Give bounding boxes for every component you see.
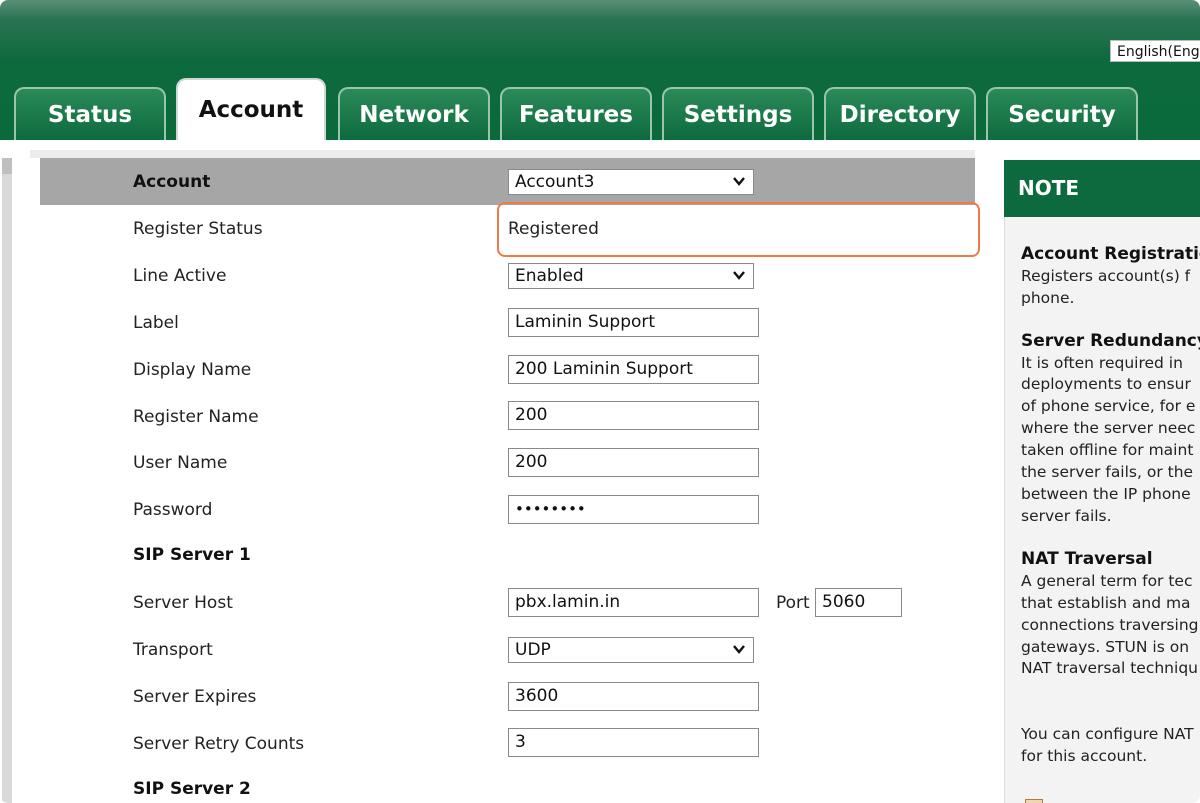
note-header: NOTE bbox=[1004, 160, 1200, 217]
chevron-down-icon bbox=[733, 177, 745, 186]
line-active-label: Line Active bbox=[133, 266, 227, 286]
server-retry-label: Server Retry Counts bbox=[133, 734, 305, 754]
tab-settings[interactable]: Settings bbox=[662, 87, 814, 140]
account-select[interactable]: Account3 bbox=[508, 169, 754, 195]
line-active-select[interactable]: Enabled bbox=[508, 263, 754, 289]
language-select[interactable]: English(Eng bbox=[1110, 40, 1200, 62]
server-expires-input[interactable]: 3600 bbox=[508, 682, 759, 711]
note-line: phone. bbox=[1021, 289, 1075, 307]
tab-network[interactable]: Network bbox=[338, 87, 490, 140]
tab-directory[interactable]: Directory bbox=[824, 87, 976, 140]
note-line: taken offline for maint bbox=[1021, 441, 1194, 459]
note-line: gateways. STUN is on bbox=[1021, 638, 1190, 656]
tab-security[interactable]: Security bbox=[986, 87, 1138, 140]
note-bullet-icon bbox=[1025, 799, 1043, 803]
transport-label: Transport bbox=[133, 640, 213, 660]
tab-account[interactable]: Account bbox=[176, 78, 326, 140]
register-status-highlight bbox=[497, 202, 980, 257]
user-name-input[interactable]: 200 bbox=[508, 448, 759, 477]
register-name-label: Register Name bbox=[133, 407, 259, 427]
port-label: Port bbox=[776, 593, 810, 613]
sip-server2-heading: SIP Server 2 bbox=[133, 779, 251, 799]
note-line: You can configure NAT bbox=[1021, 725, 1194, 743]
transport-select[interactable]: UDP bbox=[508, 637, 754, 663]
server-retry-input[interactable]: 3 bbox=[508, 728, 759, 757]
user-name-label: User Name bbox=[133, 453, 228, 473]
server-host-input[interactable]: pbx.lamin.in bbox=[508, 588, 759, 617]
server-host-label: Server Host bbox=[133, 593, 233, 613]
note-panel: Account Registratic Registers account(s)… bbox=[1004, 217, 1200, 803]
note-line: NAT traversal techniqu bbox=[1021, 659, 1198, 677]
display-name-label: Display Name bbox=[133, 360, 252, 380]
content-top-divider bbox=[30, 150, 975, 158]
port-input[interactable]: 5060 bbox=[815, 588, 902, 617]
password-input[interactable]: •••••••• bbox=[508, 495, 759, 524]
register-status-label: Register Status bbox=[133, 219, 263, 239]
chevron-down-icon bbox=[733, 645, 745, 654]
note-line: that establish and ma bbox=[1021, 594, 1191, 612]
account-select-value: Account3 bbox=[515, 172, 595, 192]
left-sidebar-marker bbox=[2, 158, 12, 174]
note-line: It is often required in bbox=[1021, 354, 1183, 372]
note-line: the server fails, or the bbox=[1021, 463, 1194, 481]
display-name-input[interactable]: 200 Laminin Support bbox=[508, 355, 759, 384]
password-label: Password bbox=[133, 500, 213, 520]
note-server-redundancy-title: Server Redundancy bbox=[1021, 331, 1200, 351]
server-expires-label: Server Expires bbox=[133, 687, 257, 707]
tab-features[interactable]: Features bbox=[500, 87, 652, 140]
note-line: server fails. bbox=[1021, 507, 1112, 525]
note-nat-title: NAT Traversal bbox=[1021, 549, 1153, 569]
note-line: where the server neec bbox=[1021, 419, 1196, 437]
chevron-down-icon bbox=[733, 271, 745, 280]
phone-web-ui: English(Eng Status Account Network Featu… bbox=[0, 0, 1200, 803]
note-line: A general term for tec bbox=[1021, 572, 1193, 590]
note-line: between the IP phone bbox=[1021, 485, 1191, 503]
left-sidebar-strip bbox=[2, 160, 12, 803]
label-label: Label bbox=[133, 313, 179, 333]
note-line: Registers account(s) f bbox=[1021, 267, 1191, 285]
label-input[interactable]: Laminin Support bbox=[508, 308, 759, 337]
sip-server1-heading: SIP Server 1 bbox=[133, 545, 251, 565]
tab-status[interactable]: Status bbox=[14, 87, 166, 140]
note-line: deployments to ensur bbox=[1021, 375, 1191, 393]
account-label: Account bbox=[133, 172, 211, 192]
note-line: of phone service, for e bbox=[1021, 397, 1196, 415]
note-account-registration-title: Account Registratic bbox=[1021, 244, 1200, 264]
register-name-input[interactable]: 200 bbox=[508, 401, 759, 430]
note-line: connections traversing bbox=[1021, 616, 1199, 634]
transport-value: UDP bbox=[515, 640, 551, 660]
line-active-value: Enabled bbox=[515, 266, 584, 286]
note-line: for this account. bbox=[1021, 747, 1148, 765]
